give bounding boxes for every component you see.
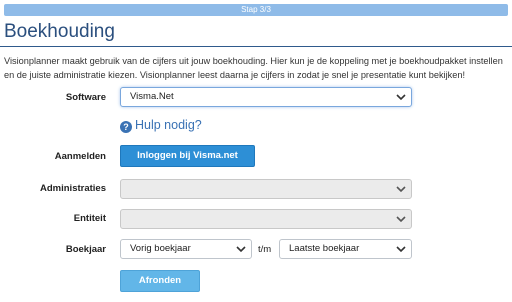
entiteit-select[interactable] [120,209,412,229]
title-divider [0,46,512,47]
chevron-down-icon [396,246,406,253]
administraties-label: Administraties [40,183,106,194]
chevron-down-icon [396,186,406,193]
page-title: Boekhouding [4,21,115,42]
login-button[interactable]: Inloggen bij Visma.net [120,145,255,167]
boekjaar-from-value: Vorig boekjaar [130,243,191,254]
submit-button[interactable]: Afronden [120,270,200,292]
step-label: Stap 3/3 [241,5,271,14]
login-label: Aanmelden [54,151,106,162]
help-link-label: Hulp nodig? [135,118,202,132]
intro-text: Visionplanner maakt gebruik van de cijfe… [4,56,503,80]
administraties-select[interactable] [120,179,412,199]
boekjaar-label: Boekjaar [65,244,106,255]
chevron-down-icon [396,94,406,101]
boekjaar-from-select[interactable]: Vorig boekjaar [120,239,252,259]
software-label: Software [65,92,106,103]
progress-step-bar: Stap 3/3 [4,4,508,16]
boekjaar-separator: t/m [258,244,272,255]
question-circle-icon: ? [120,121,132,133]
entiteit-label: Entiteit [73,213,106,224]
software-select-value: Visma.Net [130,91,174,102]
boekjaar-to-value: Laatste boekjaar [289,243,360,254]
chevron-down-icon [396,216,406,223]
help-link[interactable]: ? Hulp nodig? [120,118,202,133]
boekjaar-to-select[interactable]: Laatste boekjaar [279,239,412,259]
chevron-down-icon [236,246,246,253]
software-select[interactable]: Visma.Net [120,87,412,107]
